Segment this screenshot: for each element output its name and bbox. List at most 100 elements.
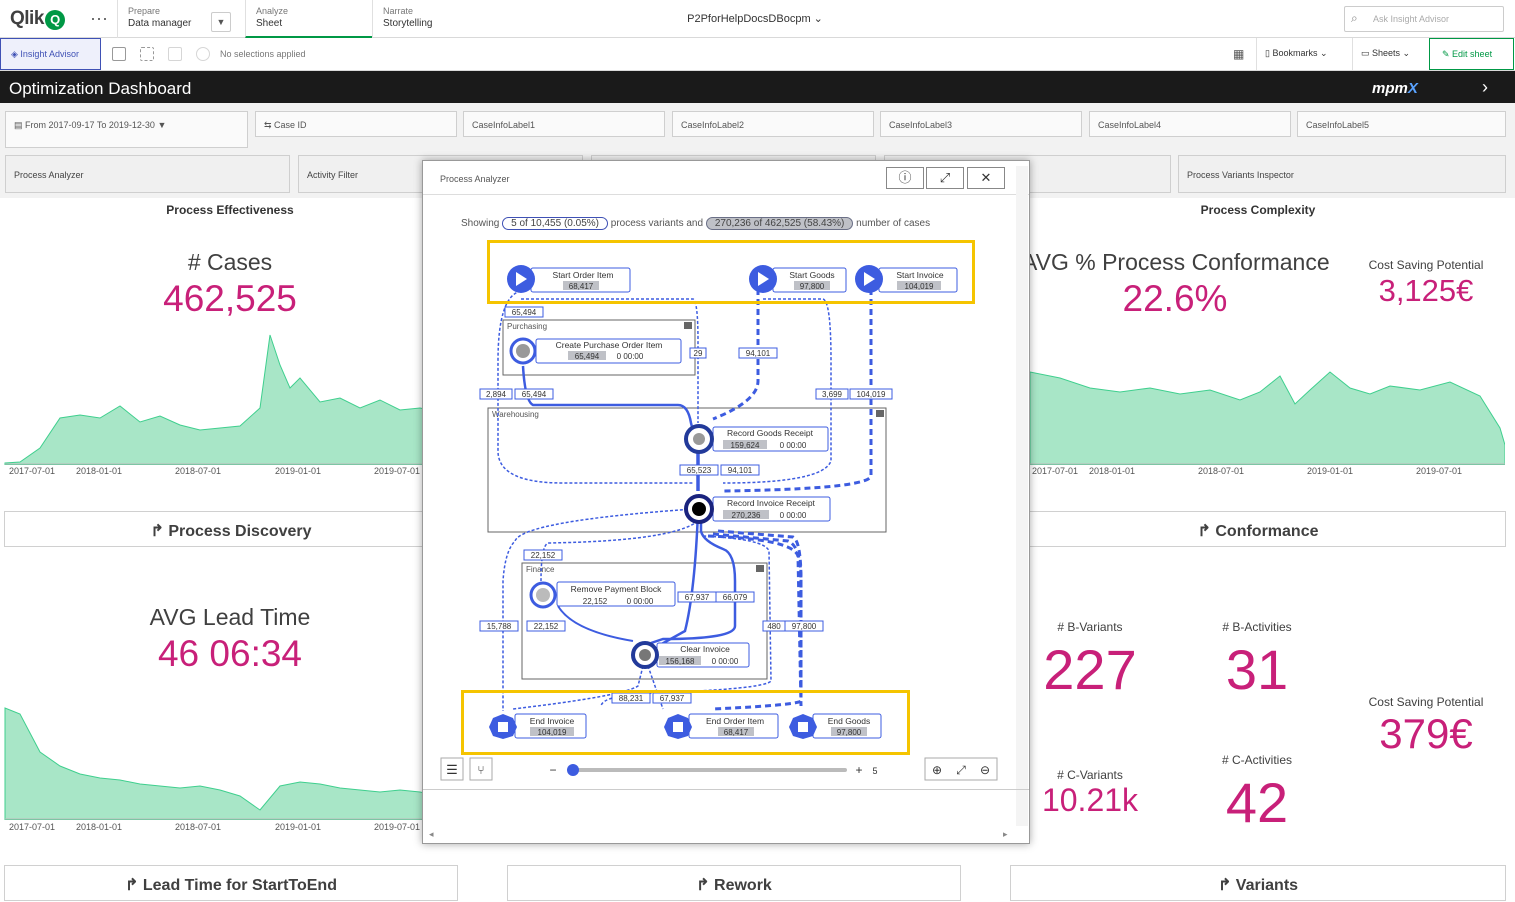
- edge-label: 22,152: [534, 622, 559, 631]
- modal-divider: [423, 789, 1029, 790]
- edge-label: 65,494: [522, 390, 547, 399]
- x-tick: 2019-07-01: [374, 466, 421, 476]
- svg-text:⑂: ⑂: [477, 763, 484, 777]
- svg-text:Clear Invoice: Clear Invoice: [680, 644, 730, 654]
- rework-button[interactable]: ↱ Rework: [507, 865, 961, 901]
- tab-narrate-big: Storytelling: [383, 18, 433, 29]
- x-tick: 2019-01-01: [1307, 466, 1354, 476]
- x-tick: 2019-01-01: [275, 822, 322, 832]
- variant-slider-handle: [567, 764, 579, 776]
- edge-label: 66,079: [723, 593, 748, 602]
- scroll-right-icon[interactable]: ▸: [1003, 829, 1008, 840]
- app-title[interactable]: P2PforHelpDocsDBocpm ⌄: [640, 12, 870, 25]
- slider-minus: −: [549, 763, 556, 777]
- node-clear-invoice[interactable]: Clear Invoice 156,168 0 00:00: [631, 641, 750, 669]
- search-icon: ⌕: [1351, 11, 1358, 25]
- svg-text:270,236: 270,236: [732, 511, 761, 520]
- cost-saving-label-2: Cost Saving Potential: [1368, 695, 1484, 709]
- lead-time-label: AVG Lead Time: [149, 604, 311, 630]
- x-tick: 2019-01-01: [275, 466, 322, 476]
- smart-search-icon[interactable]: [112, 47, 126, 61]
- tab-analyze-big: Sheet: [256, 18, 283, 29]
- mpmx-logo: mpmX: [1372, 80, 1418, 97]
- zoom-in-icon: ⊕: [932, 763, 942, 777]
- conformance-area-chart: [1030, 371, 1505, 465]
- edge-label: 2,894: [486, 390, 507, 399]
- chevron-down-icon[interactable]: ▼: [211, 12, 231, 32]
- svg-text:Remove Payment Block: Remove Payment Block: [571, 584, 662, 594]
- date-filter[interactable]: ▤ From 2017-09-17 To 2019-12-30 ▼: [5, 111, 248, 148]
- lead-time-area-chart: [4, 707, 430, 820]
- tab-narrate-small: Narrate: [383, 6, 414, 16]
- process-analyzer-nav[interactable]: Process Analyzer: [5, 155, 290, 193]
- svg-text:159,624: 159,624: [731, 441, 760, 450]
- case-info-label5-filter[interactable]: CaseInfoLabel5: [1297, 111, 1506, 137]
- case-info-label4-filter[interactable]: CaseInfoLabel4: [1089, 111, 1291, 137]
- svg-text:Record Invoice Receipt: Record Invoice Receipt: [727, 498, 816, 508]
- tab-narrate[interactable]: Narrate Storytelling: [372, 0, 500, 38]
- cases-area: [4, 334, 430, 465]
- svg-text:☰: ☰: [446, 762, 458, 777]
- qlik-logo[interactable]: Qlik Q: [10, 8, 65, 30]
- node-record-goods-receipt[interactable]: Record Goods Receipt 159,624 0 00:00: [684, 424, 829, 454]
- case-info-label1-filter[interactable]: CaseInfoLabel1: [463, 111, 665, 137]
- node-create-purchase-order-item[interactable]: Create Purchase Order Item 65,494 0 00:0…: [509, 337, 682, 365]
- edge-label: 3,699: [822, 390, 843, 399]
- b-activities-label: # B-Activities: [1222, 620, 1292, 634]
- conformance-area: [1030, 371, 1505, 465]
- x-tick: 2018-01-01: [76, 466, 123, 476]
- variants-button[interactable]: ↱ Variants: [1010, 865, 1506, 901]
- conformance-button[interactable]: ↱ Conformance: [1010, 511, 1506, 547]
- insight-advisor-button[interactable]: ◈ Insight Advisor: [0, 38, 101, 70]
- clear-selections-icon[interactable]: [168, 47, 182, 61]
- x-tick: 2017-07-01: [1032, 466, 1079, 476]
- process-variants-inspector-nav[interactable]: Process Variants Inspector: [1178, 155, 1506, 193]
- lead-time-value: 46 06:34: [157, 633, 303, 674]
- grid-icon[interactable]: ▦: [1233, 47, 1244, 61]
- case-info-label3-filter[interactable]: CaseInfoLabel3: [880, 111, 1082, 137]
- tab-analyze[interactable]: Analyze Sheet: [245, 0, 372, 38]
- edit-sheet-button[interactable]: ✎ Edit sheet: [1429, 38, 1514, 70]
- slider-plus: +: [855, 763, 862, 777]
- x-tick: 2017-07-01: [9, 822, 56, 832]
- case-info-label2-filter[interactable]: CaseInfoLabel2: [672, 111, 874, 137]
- group-warehousing-label: Warehousing: [492, 410, 539, 419]
- b-variants-value: 227: [1043, 638, 1137, 701]
- cases-value: 462,525: [163, 278, 297, 319]
- conformance-label: AVG % Process Conformance: [1022, 249, 1330, 275]
- bookmarks-button[interactable]: ▯ Bookmarks ⌄: [1256, 38, 1352, 70]
- edge-label: 22,152: [531, 551, 556, 560]
- x-tick: 2018-07-01: [175, 822, 222, 832]
- scroll-left-icon[interactable]: ◂: [429, 829, 434, 840]
- cases-label: # Cases: [187, 249, 273, 275]
- x-tick: 2018-07-01: [175, 466, 222, 476]
- step-back-icon[interactable]: [196, 47, 210, 61]
- svg-text:0 00:00: 0 00:00: [712, 657, 739, 666]
- chevron-right-icon[interactable]: ›: [1482, 77, 1488, 98]
- collapse-icon: [876, 410, 884, 417]
- process-discovery-button[interactable]: ↱ Process Discovery: [4, 511, 458, 547]
- x-tick: 2018-01-01: [1089, 466, 1136, 476]
- more-icon[interactable]: ···: [90, 8, 108, 29]
- lead-time-button[interactable]: ↱ Lead Time for StartToEnd: [4, 865, 458, 901]
- slider-value: 5: [872, 766, 877, 776]
- lead-time-area: [4, 707, 430, 820]
- node-remove-payment-block[interactable]: Remove Payment Block 22,152 0 00:00: [529, 581, 676, 609]
- svg-text:22,152: 22,152: [583, 597, 608, 606]
- x-tick: 2017-07-01: [9, 466, 56, 476]
- sheets-button[interactable]: ▭ Sheets ⌄: [1352, 38, 1429, 70]
- ask-insight-input[interactable]: Ask Insight Advisor: [1344, 6, 1504, 32]
- selections-tool-icon[interactable]: [140, 47, 154, 61]
- start-nodes-highlight: [487, 240, 975, 304]
- group-purchasing-label: Purchasing: [507, 322, 547, 331]
- node-record-invoice-receipt[interactable]: Record Invoice Receipt 270,236 0 00:00: [684, 494, 831, 524]
- c-variants-value: 10.21k: [1041, 782, 1139, 818]
- end-nodes-highlight: [461, 690, 910, 755]
- svg-text:Record Goods Receipt: Record Goods Receipt: [727, 428, 814, 438]
- sheet-title-bar: Optimization Dashboard mpmX ›: [0, 71, 1515, 103]
- case-id-filter[interactable]: ⇆ Case ID: [255, 111, 457, 137]
- edge-label: 15,788: [487, 622, 512, 631]
- x-tick: 2019-07-01: [374, 822, 421, 832]
- c-activities-label: # C-Activities: [1221, 753, 1292, 767]
- chevron-down-icon: ⌄: [813, 13, 823, 25]
